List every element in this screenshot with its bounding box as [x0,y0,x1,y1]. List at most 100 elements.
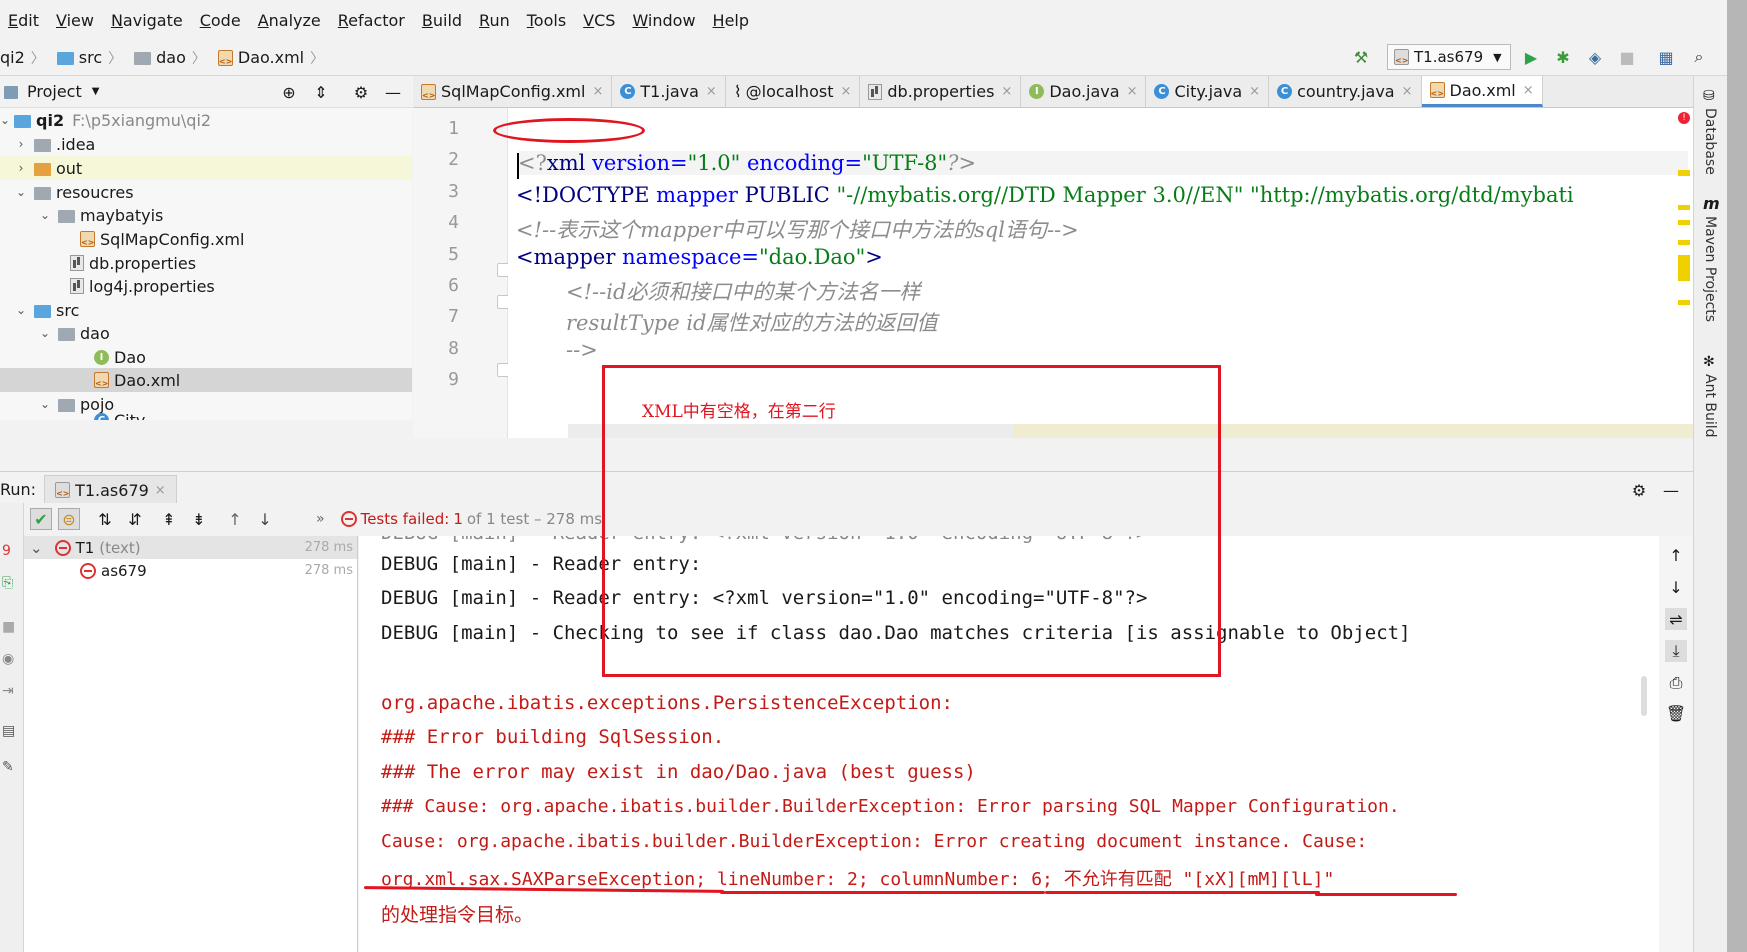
down-arrow-icon[interactable]: ↓ [1665,576,1687,598]
warning-marker[interactable] [1678,220,1690,225]
breadcrumb-file[interactable]: Dao.xml 〉 [217,48,324,68]
debug-icon[interactable]: ✱ [1552,46,1574,68]
tree-item-dao-xml[interactable]: Dao.xml [0,368,412,392]
tab-dao-java[interactable]: I Dao.java × [1021,76,1147,107]
chevron-down-icon[interactable]: ⌄ [30,539,43,557]
close-icon[interactable]: × [1249,84,1260,99]
warning-marker[interactable] [1678,170,1690,176]
menu-edit[interactable]: Edit [8,11,39,30]
stop-icon[interactable]: ■ [2,619,15,635]
menu-analyze[interactable]: Analyze [258,11,321,30]
coverage-icon[interactable]: ◈ [1584,46,1606,68]
scroll-to-end-icon[interactable]: ⤓ [1665,640,1687,662]
coverage-icon[interactable]: ⎘ [2,575,13,591]
tree-item-log4j-properties[interactable]: log4j.properties [70,274,215,298]
menu-code[interactable]: Code [200,11,241,30]
pin-icon[interactable]: ✎ [2,759,14,775]
project-panel-title[interactable]: Project [27,82,82,101]
menu-build[interactable]: Build [422,11,462,30]
menu-refactor[interactable]: Refactor [338,11,405,30]
chevron-down-icon[interactable]: ⌄ [14,303,28,317]
run-configuration-select[interactable]: T1.as679 ▼ [1387,44,1511,70]
collapse-all-icon[interactable]: ⇕ [310,81,332,103]
close-icon[interactable]: × [1001,84,1012,99]
menu-vcs[interactable]: VCS [583,11,615,30]
print-icon[interactable]: ⎙ [1665,672,1687,694]
next-failed-icon[interactable]: ↓ [254,508,276,530]
ant-build-tool-button[interactable]: Ant Build [1702,374,1718,438]
close-icon[interactable]: × [840,84,851,99]
breadcrumb-project[interactable]: qi2 〉 [0,48,45,68]
close-icon[interactable]: × [592,84,603,99]
menu-help[interactable]: Help [713,11,749,30]
tree-item-out[interactable]: › out [0,156,412,180]
tab-sqlmapconfig[interactable]: SqlMapConfig.xml × [413,76,613,107]
project-structure-icon[interactable]: ▦ [1655,46,1677,68]
test-row-as679[interactable]: as679 278 ms [24,559,357,582]
tree-item-db-properties[interactable]: db.properties [70,251,196,275]
stop-icon[interactable]: ■ [1616,46,1638,68]
camera-icon[interactable]: ◉ [2,651,14,667]
tree-item-qi2[interactable]: ⌄ qi2 F:\p5xiangmu\qi2 [0,108,211,132]
show-ignored-icon[interactable]: ⊜ [58,508,80,530]
chevron-down-icon[interactable]: ▼ [92,86,100,97]
show-passed-icon[interactable]: ✔ [30,508,52,530]
tree-item-maybatyis[interactable]: ⌄ maybatyis [38,203,163,227]
maven-tool-button[interactable]: Maven Projects [1702,216,1718,322]
warning-marker[interactable] [1678,255,1690,281]
build-hammer-icon[interactable]: ⚒ [1350,46,1372,68]
gear-icon[interactable]: ⚙ [1628,479,1650,501]
chevron-down-icon[interactable]: ⌄ [38,208,52,222]
run-tab-t1[interactable]: T1.as679 × [44,474,177,505]
close-icon[interactable]: × [155,483,166,498]
chevron-down-icon[interactable]: ⌄ [38,326,52,340]
minimize-icon[interactable]: — [382,81,404,103]
gear-icon[interactable]: ⚙ [350,81,372,103]
expand-all-icon[interactable]: ⇞ [158,508,180,530]
minimize-icon[interactable]: — [1660,479,1682,501]
tab-localhost[interactable]: ⌇ @localhost × [726,76,861,107]
tree-item-dao-interface[interactable]: I Dao [94,345,146,369]
error-stripe-icon[interactable]: ! [1678,112,1690,124]
close-icon[interactable]: × [706,84,717,99]
menu-run[interactable]: Run [479,11,510,30]
menu-navigate[interactable]: Navigate [111,11,183,30]
tab-dao-xml[interactable]: Dao.xml × [1421,76,1543,107]
tree-item-src[interactable]: ⌄ src [14,298,79,322]
debug-icon[interactable]: 9 [2,543,11,559]
trash-icon[interactable]: 🗑 [1665,702,1687,724]
chevron-down-icon[interactable]: ⌄ [14,185,28,199]
warning-marker[interactable] [1678,300,1690,305]
menu-tools[interactable]: Tools [527,11,566,30]
previous-failed-icon[interactable]: ↑ [224,508,246,530]
tab-t1-java[interactable]: C T1.java × [612,76,726,107]
tree-item-idea[interactable]: › .idea [14,132,96,156]
chevron-right-icon[interactable]: › [14,137,28,151]
breadcrumb-dao[interactable]: dao 〉 [134,48,206,68]
tree-item-dao[interactable]: ⌄ dao [38,321,110,345]
run-icon[interactable]: ▶ [1520,46,1542,68]
collapse-all-icon[interactable]: ⇟ [188,508,210,530]
close-icon[interactable]: × [1402,84,1413,99]
tab-db-properties[interactable]: db.properties × [860,76,1022,107]
chevron-down-icon[interactable]: ⌄ [0,113,10,127]
sort-duration-icon[interactable]: ⇵ [124,508,146,530]
exit-icon[interactable]: ⇥ [2,683,14,699]
chevron-down-icon[interactable]: ⌄ [38,397,52,411]
search-icon[interactable]: ⌕ [1688,46,1710,68]
tree-item-sqlmapconfig[interactable]: SqlMapConfig.xml [80,227,244,251]
tree-item-city[interactable]: C City [94,408,145,420]
close-icon[interactable]: × [1523,83,1534,98]
tab-city-java[interactable]: C City.java × [1146,76,1270,107]
tab-country-java[interactable]: Ccountry.java × [1269,76,1422,107]
tree-item-resoucres[interactable]: ⌄ resoucres [14,180,134,204]
menu-view[interactable]: View [56,11,94,30]
sort-alpha-icon[interactable]: ⇅ [94,508,116,530]
warning-marker[interactable] [1678,240,1690,245]
up-arrow-icon[interactable]: ↑ [1665,544,1687,566]
console-scroll-thumb[interactable] [1641,676,1647,716]
layout-icon[interactable]: ▤ [2,723,15,739]
menu-window[interactable]: Window [632,11,695,30]
chevron-right-icon[interactable]: › [14,161,28,175]
more-icon[interactable]: » [316,511,325,527]
